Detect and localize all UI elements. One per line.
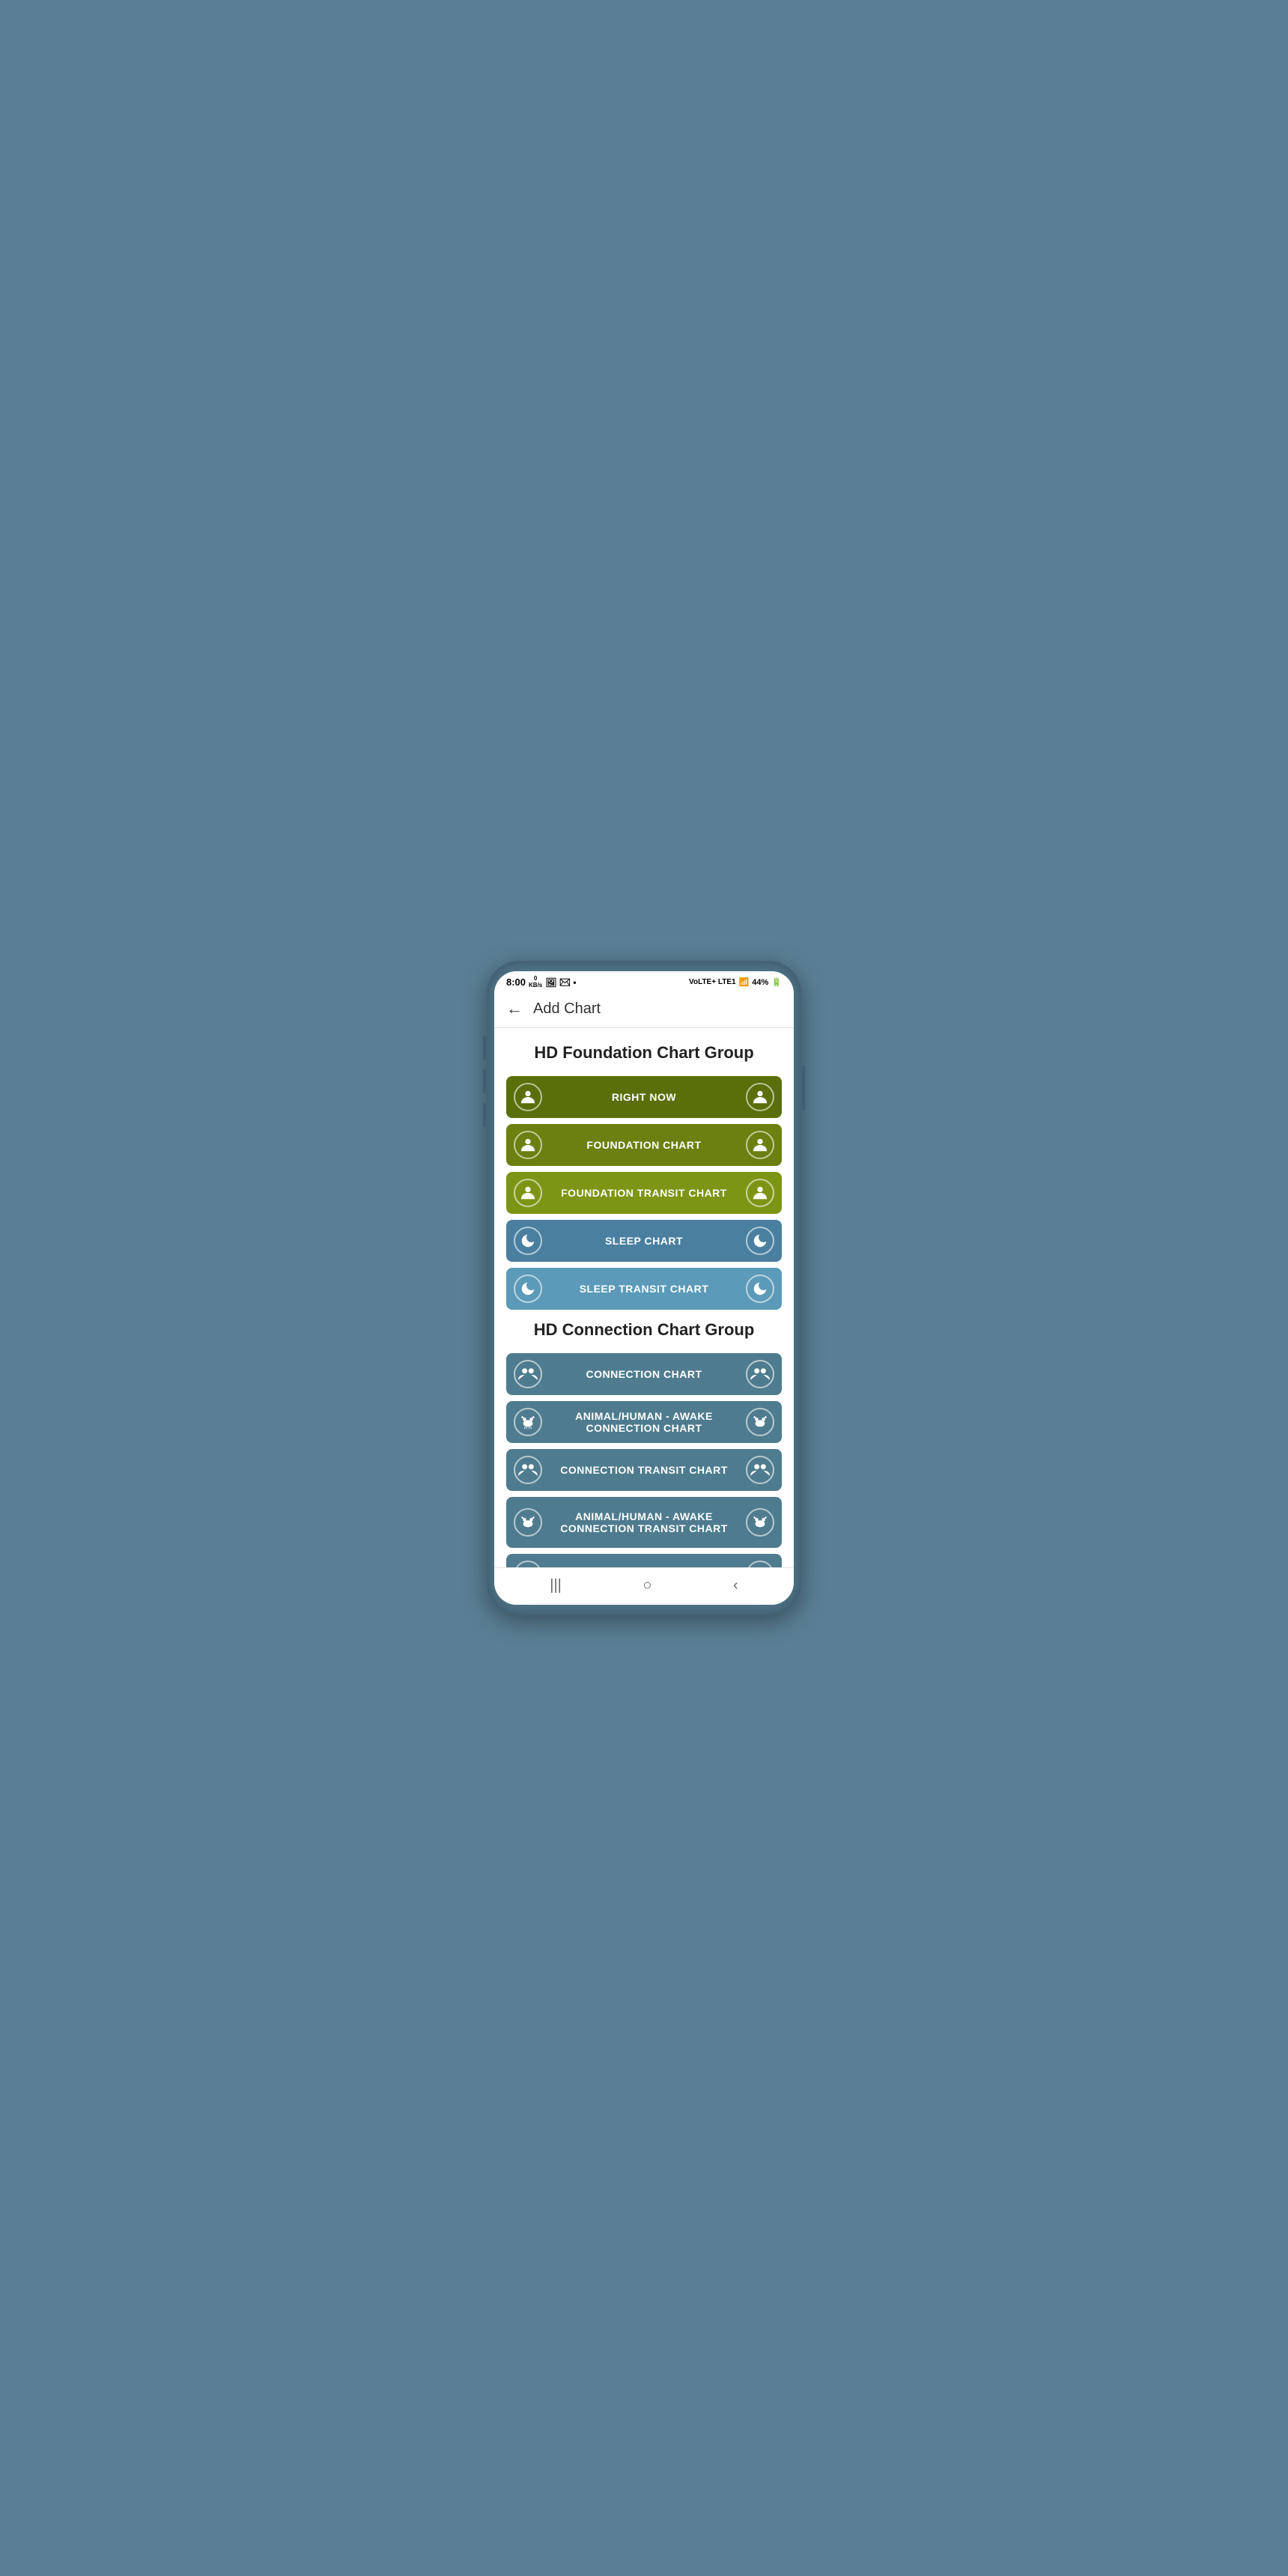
foundation-group-title: HD Foundation Chart Group — [506, 1043, 782, 1063]
sleep-chart-icon-right — [746, 1227, 774, 1255]
animal-awake-connection-chart-button[interactable]: ANIMAL/HUMAN - AWAKE CONNECTION CHART — [506, 1401, 782, 1443]
foundation-chart-label: FOUNDATION CHART — [542, 1139, 746, 1151]
top-bar: ← Add Chart — [494, 991, 794, 1028]
foundation-chart-icon-right — [746, 1131, 774, 1159]
sleep-transit-chart-icon-right — [746, 1275, 774, 1303]
svg-text:+: + — [526, 1194, 529, 1201]
kb-label: 0KB/s — [529, 976, 542, 989]
foundation-transit-chart-label: FOUNDATION TRANSIT CHART — [542, 1187, 746, 1199]
right-now-icon-right — [746, 1083, 774, 1111]
phone-frame: 8:00 0KB/s 🖼 ✉ • VoLTE+ LTE1 📶 44% 🔋 ← A… — [487, 961, 801, 1616]
back-button[interactable]: ← — [506, 999, 523, 1018]
page-title: Add Chart — [533, 1000, 601, 1018]
signal-bars: 📶 — [739, 977, 750, 987]
connection-transit-chart-icon-right — [746, 1456, 774, 1484]
sleep-transit-chart-icon-left — [514, 1275, 542, 1303]
scroll-content: HD Foundation Chart Group RIGHT NOW — [494, 1028, 794, 1567]
connection-chart-icon-right — [746, 1360, 774, 1388]
battery-label: 44% — [752, 978, 768, 987]
right-now-button[interactable]: RIGHT NOW — [506, 1076, 782, 1118]
status-icons: 🖼 ✉ • — [545, 977, 576, 988]
animal-awake-connection-chart-icon-left — [514, 1408, 542, 1436]
connection-chart-icon-left — [514, 1360, 542, 1388]
phone-screen: 8:00 0KB/s 🖼 ✉ • VoLTE+ LTE1 📶 44% 🔋 ← A… — [494, 971, 794, 1606]
nav-back[interactable]: ‹ — [733, 1577, 738, 1594]
sleep-connection-chart-icon-right — [746, 1561, 774, 1567]
connection-transit-chart-button[interactable]: CONNECTION TRANSIT CHART — [506, 1449, 782, 1491]
foundation-transit-chart-button[interactable]: + FOUNDATION TRANSIT CHART — [506, 1172, 782, 1214]
connection-group-title: HD Connection Chart Group — [506, 1320, 782, 1340]
right-now-icon-left — [514, 1083, 542, 1111]
animal-awake-connection-transit-chart-label: ANIMAL/HUMAN - AWAKE CONNECTION TRANSIT … — [542, 1510, 746, 1534]
sleep-chart-icon-left — [514, 1227, 542, 1255]
animal-awake-connection-transit-icon-right — [746, 1508, 774, 1537]
battery-icon: 🔋 — [771, 977, 782, 987]
bottom-nav: ||| ○ ‹ — [494, 1567, 794, 1605]
nav-home[interactable]: ○ — [643, 1577, 651, 1594]
connection-transit-chart-icon-left — [514, 1456, 542, 1484]
animal-awake-connection-transit-chart-button[interactable]: ANIMAL/HUMAN - AWAKE CONNECTION TRANSIT … — [506, 1497, 782, 1548]
animal-awake-connection-transit-icon-left — [514, 1508, 542, 1537]
connection-transit-chart-label: CONNECTION TRANSIT CHART — [542, 1464, 746, 1476]
sleep-transit-chart-button[interactable]: SLEEP TRANSIT CHART — [506, 1268, 782, 1310]
foundation-transit-chart-icon-left: + — [514, 1179, 542, 1207]
sleep-connection-chart-icon-left — [514, 1561, 542, 1567]
foundation-transit-chart-icon-right — [746, 1179, 774, 1207]
nav-recent-apps[interactable]: ||| — [550, 1577, 562, 1594]
sleep-chart-button[interactable]: SLEEP CHART — [506, 1220, 782, 1262]
sleep-connection-chart-button[interactable]: SLEEP CONNECTION CHART — [506, 1554, 782, 1567]
status-time: 8:00 — [506, 976, 526, 988]
connection-chart-label: CONNECTION CHART — [542, 1368, 746, 1380]
sleep-chart-label: SLEEP CHART — [542, 1235, 746, 1247]
sleep-transit-chart-label: SLEEP TRANSIT CHART — [542, 1283, 746, 1295]
status-bar: 8:00 0KB/s 🖼 ✉ • VoLTE+ LTE1 📶 44% 🔋 — [494, 971, 794, 992]
foundation-chart-icon-left — [514, 1131, 542, 1159]
foundation-chart-button[interactable]: FOUNDATION CHART — [506, 1124, 782, 1166]
animal-awake-connection-chart-label: ANIMAL/HUMAN - AWAKE CONNECTION CHART — [542, 1410, 746, 1434]
animal-awake-connection-chart-icon-right — [746, 1408, 774, 1436]
connection-chart-button[interactable]: CONNECTION CHART — [506, 1353, 782, 1395]
right-now-label: RIGHT NOW — [542, 1091, 746, 1103]
voLTE-label: VoLTE+ LTE1 — [689, 978, 736, 986]
